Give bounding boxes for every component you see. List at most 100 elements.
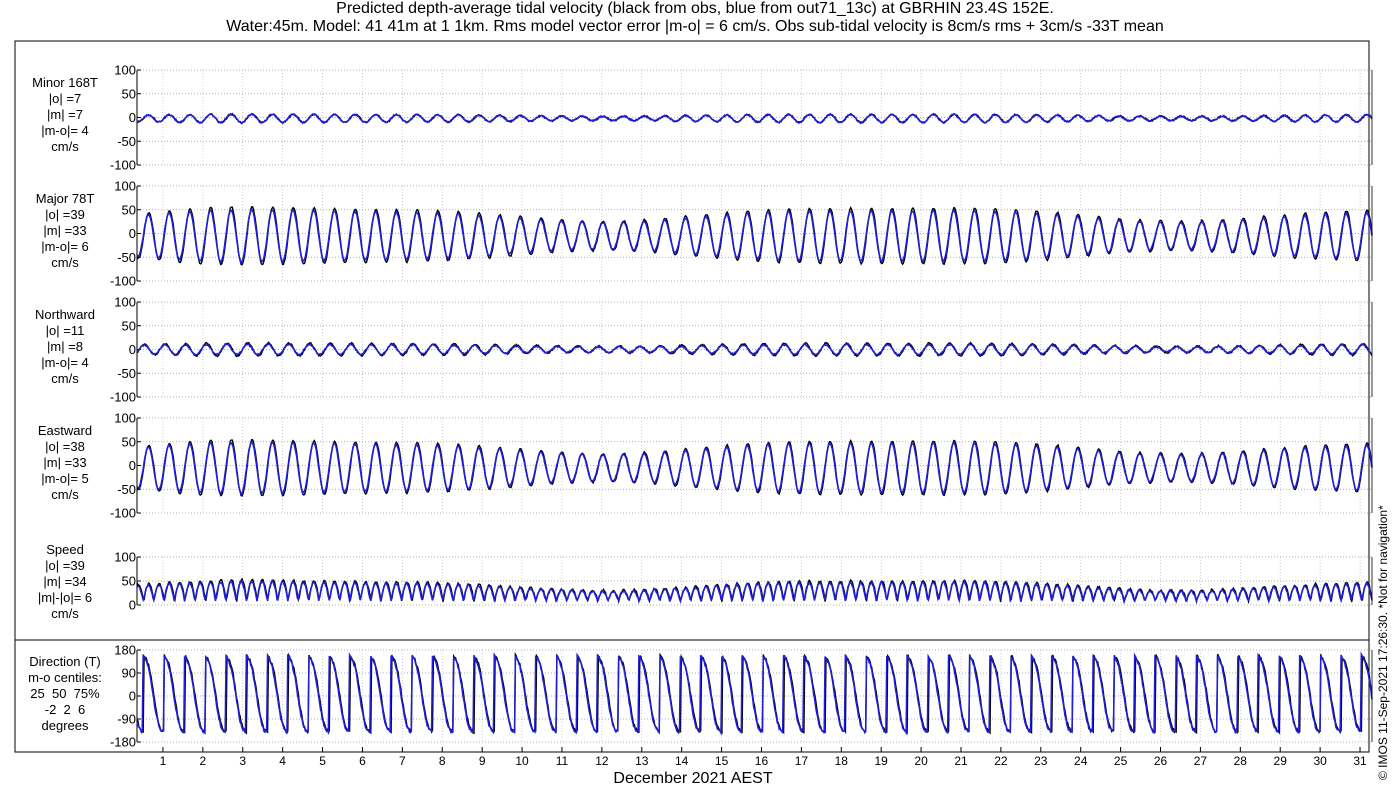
footer-note: © IMOS 11-Sep-2021 17:26:30. *Not for na…: [1376, 505, 1390, 780]
ytick-label-eastward-0: 0: [129, 458, 136, 473]
panel-label-line: Minor 168T: [32, 75, 98, 90]
panel-label-line: |o| =38: [45, 439, 85, 454]
panel-label-line: |m| =34: [43, 574, 87, 589]
panel-label-line: |m| =8: [46, 339, 84, 354]
panel-label-line: |o| =11: [45, 323, 85, 338]
panel-label-line: degrees: [41, 718, 89, 733]
panel-label-minor: Minor 168T |o| =7 |m| =7 |m-o|= 4 cm/s: [10, 75, 120, 155]
ytick-label-major--50: -50: [117, 250, 136, 265]
xtick-label-15: 15: [715, 754, 729, 768]
xtick-label-23: 23: [1034, 754, 1048, 768]
ytick-label-major-50: 50: [122, 202, 136, 217]
panel-label-northward: Northward |o| =11 |m| =8 |m-o|= 4 cm/s: [10, 307, 120, 387]
xtick-label-9: 9: [479, 754, 486, 768]
x-axis-label: December 2021 AEST: [613, 770, 772, 787]
xtick-label-11: 11: [556, 754, 569, 768]
xtick-label-14: 14: [675, 754, 689, 768]
xtick-label-30: 30: [1313, 754, 1327, 768]
xtick-label-1: 1: [160, 754, 167, 768]
panel-label-line: -2 2 6: [44, 702, 86, 717]
xtick-label-25: 25: [1114, 754, 1128, 768]
panel-northward: 100500-50-100: [110, 295, 1373, 405]
ytick-label-speed-0: 0: [129, 598, 136, 613]
xtick-label-13: 13: [635, 754, 649, 768]
xtick-label-12: 12: [595, 754, 609, 768]
xtick-label-24: 24: [1074, 754, 1088, 768]
panel-label-line: |m-o|= 6: [41, 239, 89, 254]
xtick-label-5: 5: [319, 754, 326, 768]
panel-label-line: cm/s: [51, 139, 79, 154]
xtick-label-20: 20: [914, 754, 928, 768]
xtick-label-4: 4: [279, 754, 286, 768]
panel-label-line: Direction (T): [29, 654, 101, 669]
ytick-label-northward-50: 50: [122, 318, 136, 333]
ytick-label-major-0: 0: [129, 226, 136, 241]
panel-label-line: |m-o|= 5: [41, 471, 89, 486]
upper-frame: [14, 40, 1370, 641]
xtick-label-2: 2: [199, 754, 206, 768]
panel-label-direction: Direction (T) m-o centiles: 25 50 75% -2 2 …: [10, 654, 120, 734]
panel-label-line: cm/s: [51, 371, 79, 386]
xtick-label-8: 8: [439, 754, 446, 768]
series-model-major: [136, 207, 1373, 265]
panel-label-line: 25 50 75%: [30, 686, 100, 701]
panel-label-line: Major 78T: [35, 191, 95, 206]
panel-direction: 180900-90-180: [110, 643, 1373, 750]
panel-eastward: 100500-50-100: [110, 411, 1373, 521]
ytick-label-eastward--100: -100: [110, 506, 136, 521]
xtick-label-10: 10: [515, 754, 529, 768]
panel-label-line: |o| =39: [45, 558, 85, 573]
ytick-label-direction-0: 0: [129, 689, 136, 704]
panel-label-line: |m| =33: [43, 223, 87, 238]
xtick-label-7: 7: [399, 754, 406, 768]
ytick-label-eastward-50: 50: [122, 434, 136, 449]
xtick-label-3: 3: [239, 754, 246, 768]
series-model-speed: [136, 579, 1373, 605]
xtick-label-18: 18: [835, 754, 849, 768]
panel-label-line: |m| =33: [43, 455, 87, 470]
xtick-label-28: 28: [1234, 754, 1248, 768]
panel-label-line: Northward: [35, 307, 95, 322]
panel-label-line: m-o centiles:: [28, 670, 102, 685]
ytick-label-minor--50: -50: [117, 134, 136, 149]
panel-label-eastward: Eastward |o| =38 |m| =33 |m-o|= 5 cm/s: [10, 423, 120, 503]
ytick-label-minor-50: 50: [122, 86, 136, 101]
ytick-label-northward--100: -100: [110, 390, 136, 405]
ytick-label-direction--90: -90: [117, 712, 136, 727]
panel-speed: 100500: [114, 550, 1373, 613]
panel-label-major: Major 78T |o| =39 |m| =33 |m-o|= 6 cm/s: [10, 191, 120, 271]
ytick-label-northward-0: 0: [129, 342, 136, 357]
ytick-label-major--100: -100: [110, 274, 136, 289]
ytick-label-direction--180: -180: [110, 735, 136, 750]
ytick-label-minor-0: 0: [129, 110, 136, 125]
xtick-label-27: 27: [1194, 754, 1208, 768]
panel-label-line: |m| =7: [46, 107, 84, 122]
ytick-label-northward--50: -50: [117, 366, 136, 381]
ytick-label-speed-50: 50: [122, 574, 136, 589]
xtick-label-22: 22: [994, 754, 1008, 768]
panel-label-line: cm/s: [51, 606, 79, 621]
panel-label-line: Speed: [46, 542, 84, 557]
panel-label-line: |m|-|o|= 6: [37, 590, 93, 605]
panel-label-line: |m-o|= 4: [41, 123, 89, 138]
xtick-label-16: 16: [755, 754, 769, 768]
tidal-velocity-figure: 100500-50-100100500-50-100100500-50-1001…: [14, 40, 1373, 787]
panel-minor: 100500-50-100: [110, 63, 1373, 173]
series-model-eastward: [136, 440, 1373, 496]
series-model-direction: [136, 651, 1373, 736]
panel-label-line: |o| =7: [48, 91, 82, 106]
panel-label-line: cm/s: [51, 487, 79, 502]
panel-label-line: cm/s: [51, 255, 79, 270]
xtick-label-21: 21: [954, 754, 968, 768]
xtick-label-17: 17: [795, 754, 809, 768]
panel-label-line: |o| =39: [45, 207, 85, 222]
xtick-label-19: 19: [875, 754, 889, 768]
ytick-label-eastward--50: -50: [117, 482, 136, 497]
xtick-label-6: 6: [359, 754, 366, 768]
panel-label-line: Eastward: [37, 423, 93, 438]
xtick-label-26: 26: [1154, 754, 1168, 768]
xtick-label-31: 31: [1353, 754, 1367, 768]
panel-label-speed: Speed |o| =39 |m| =34 |m|-|o|= 6 cm/s: [10, 542, 120, 622]
ytick-label-direction-90: 90: [122, 666, 136, 681]
ytick-label-minor--100: -100: [110, 158, 136, 173]
